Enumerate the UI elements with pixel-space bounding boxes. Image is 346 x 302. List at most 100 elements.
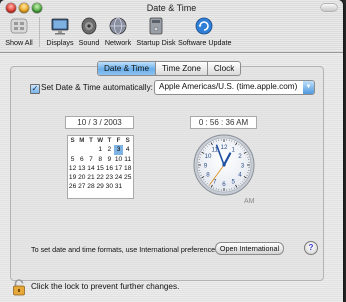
calendar-week: 1234 (68, 145, 133, 155)
calendar-day[interactable]: 14 (86, 164, 95, 173)
calendar-day[interactable]: 22 (96, 173, 105, 182)
tab-date-time[interactable]: Date & Time (98, 62, 157, 75)
calendar-day[interactable]: 21 (86, 173, 95, 182)
calendar-day[interactable]: 20 (77, 173, 86, 182)
tab-clock[interactable]: Clock (208, 62, 240, 75)
calendar-day[interactable]: 31 (114, 182, 123, 191)
calendar-day[interactable]: 11 (123, 155, 132, 164)
toolbar-label: Displays (46, 38, 74, 47)
auto-set-checkbox[interactable]: ✓ (30, 84, 40, 94)
calendar-day[interactable]: 25 (123, 173, 132, 182)
calendar-day[interactable]: 10 (114, 155, 123, 164)
calendar-empty-cell (86, 145, 95, 154)
displays-icon (50, 16, 70, 36)
calendar-week: 5 6 7 8 9 10 11 (68, 155, 133, 164)
lock-icon[interactable] (12, 278, 26, 298)
toolbar-sound[interactable]: Sound (77, 16, 101, 47)
chevron-down-icon: ▼ (303, 81, 314, 94)
auto-set-label: Set Date & Time automatically: (41, 83, 153, 92)
am-pm-label: AM (244, 198, 255, 205)
weekday-label: T (107, 137, 112, 144)
clock-number: 5 (232, 178, 236, 185)
weekday-label: T (89, 137, 93, 144)
calendar-day[interactable]: 7 (86, 155, 95, 164)
startup-disk-icon (146, 16, 166, 36)
calendar-day[interactable]: 1 (96, 145, 105, 154)
calendar-day[interactable]: 28 (86, 182, 95, 191)
help-button[interactable]: ? (304, 241, 318, 255)
calendar-day[interactable]: 19 (68, 173, 77, 182)
calendar-empty-cell (123, 182, 132, 191)
toolbar-startup-disk[interactable]: Startup Disk (135, 16, 177, 47)
tab-time-zone[interactable]: Time Zone (156, 62, 208, 75)
time-field[interactable]: 0 : 56 : 36 AM (190, 116, 257, 129)
calendar-day[interactable]: 9 (105, 155, 114, 164)
calendar-day[interactable]: 27 (77, 182, 86, 191)
clock-number: 9 (204, 162, 208, 169)
tab-bar: Date & Time Time Zone Clock (97, 61, 242, 76)
calendar-day[interactable]: 17 (114, 164, 123, 173)
calendar-day[interactable]: 15 (96, 164, 105, 173)
weekday-label: F (116, 137, 121, 144)
clock-number: 4 (238, 172, 242, 179)
calendar-day[interactable]: 4 (123, 145, 132, 154)
title-bar: Date & Time Show All Displays Sound Netw… (0, 0, 343, 53)
toolbar-show-all[interactable]: Show All (3, 16, 35, 47)
calendar-weekday-header: SMTWTFS (68, 136, 133, 145)
toolbar-label: Show All (5, 38, 33, 47)
time-server-select[interactable]: Apple Americas/U.S. (time.apple.com) ▼ (154, 80, 315, 95)
international-hint: To set date and time formats, use Intern… (31, 245, 221, 254)
sound-icon (79, 16, 99, 36)
clock-number: 1 (232, 146, 236, 153)
software-update-icon (194, 16, 214, 36)
calendar-day[interactable]: 13 (77, 164, 86, 173)
analog-clock: 12 1 2 3 4 5 6 7 8 9 10 11 AM (193, 134, 255, 208)
time-server-value: Apple Americas/U.S. (time.apple.com) (159, 82, 298, 91)
toolbar-label: Software Update (178, 38, 232, 47)
weekday-label: S (125, 137, 130, 144)
toolbar-displays[interactable]: Displays (45, 16, 75, 47)
calendar-day[interactable]: 2 (105, 145, 114, 154)
open-international-button[interactable]: Open International (215, 242, 284, 255)
toolbar-separator (39, 17, 40, 47)
date-field[interactable]: 10 / 3 / 2003 (65, 116, 134, 129)
calendar-day[interactable]: 26 (68, 182, 77, 191)
calendar-day[interactable]: 8 (96, 155, 105, 164)
calendar-day[interactable]: 24 (114, 173, 123, 182)
toolbar-software-update[interactable]: Software Update (178, 16, 232, 47)
clock-number: 3 (241, 162, 245, 169)
calendar-day[interactable]: 5 (68, 155, 77, 164)
clock-number: 12 (221, 144, 228, 151)
calendar-week: 19 20 21 22 23 24 25 (68, 173, 133, 182)
calendar-day[interactable]: 29 (96, 182, 105, 191)
window-title: Date & Time (146, 3, 197, 13)
clock-number: 6 (222, 181, 226, 188)
toolbar-label: Startup Disk (136, 38, 176, 47)
calendar-week: 26 27 28 29 30 31 (68, 182, 133, 191)
calendar: S M T W T F S 1 2 3 4 5 6 7 8 9 10 11 12 13 14 15 16 17 18 19 20 21… (67, 135, 134, 199)
calendar-empty-cell (68, 145, 77, 154)
show-all-icon (9, 16, 29, 36)
calendar-day[interactable]: 6 (77, 155, 86, 164)
calendar-day[interactable]: 16 (105, 164, 114, 173)
calendar-week: 12 13 14 15 16 17 18 (68, 164, 133, 173)
weekday-label: W (97, 137, 104, 144)
clock-number: 10 (205, 153, 212, 160)
weekday-label: S (70, 137, 75, 144)
calendar-day[interactable]: 30 (105, 182, 114, 191)
clock-number: 8 (206, 172, 210, 179)
toolbar-network[interactable]: Network (103, 16, 133, 47)
toolbar-toggle-button[interactable] (321, 4, 337, 11)
calendar-empty-cell (77, 145, 86, 154)
calendar-day[interactable]: 18 (123, 164, 132, 173)
toolbar-label: Network (104, 38, 132, 47)
weekday-label: M (79, 137, 85, 144)
calendar-day[interactable]: 3 (113, 145, 124, 155)
network-icon (108, 16, 128, 36)
system-preferences-window: Date & Time Show All Displays Sound Netw… (0, 0, 343, 302)
lock-label: Click the lock to prevent further change… (31, 282, 180, 291)
clock-number: 2 (238, 153, 242, 160)
calendar-day[interactable]: 12 (68, 164, 77, 173)
toolbar-label: Sound (78, 38, 100, 47)
calendar-day[interactable]: 23 (105, 173, 114, 182)
